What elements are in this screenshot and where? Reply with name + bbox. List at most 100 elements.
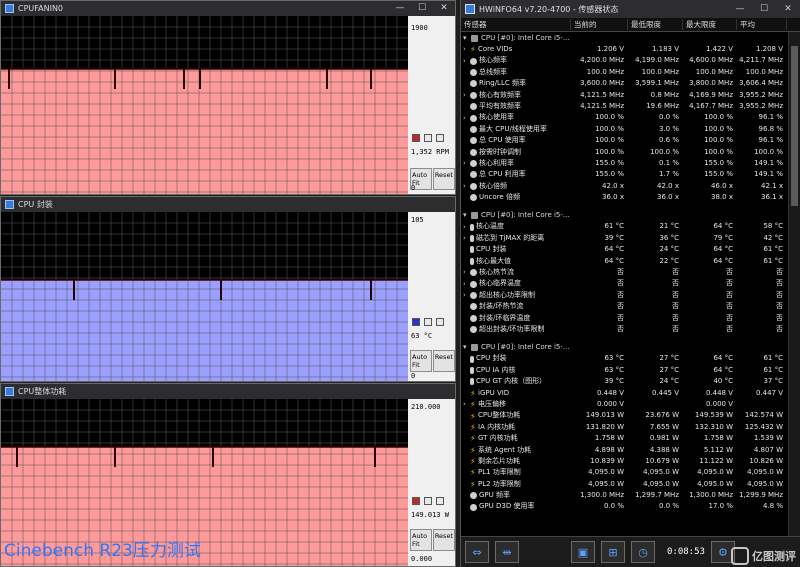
- chevron-right-icon[interactable]: ›: [463, 235, 468, 242]
- sensor-row[interactable]: Ring/LLC 频率 3,600.0 MHz 3,599.1 MHz 3,800.0…: [461, 78, 788, 89]
- sensor-row[interactable]: CPU 封装 64 °C 24 °C 64 °C 61 °C: [461, 244, 788, 255]
- chevron-right-icon[interactable]: ›: [463, 160, 468, 167]
- network-icon[interactable]: ⊞: [601, 541, 625, 563]
- chevron-right-icon[interactable]: ›: [463, 401, 468, 408]
- sensor-row[interactable]: › ⚡ Core VIDs 1.206 V 1.183 V 1.422 V 1.208 V: [461, 44, 788, 55]
- maximize-icon[interactable]: ☐: [752, 4, 776, 14]
- gray-square-icon[interactable]: [436, 497, 444, 505]
- chevron-right-icon[interactable]: ›: [463, 114, 468, 122]
- sensor-row[interactable]: CPU IA 内核 63 °C 27 °C 64 °C 61 °C: [461, 365, 788, 376]
- graph-titlebar[interactable]: CPUFANIN0 — ☐ ✕: [1, 1, 455, 16]
- chevron-right-icon[interactable]: ›: [463, 46, 468, 53]
- minimize-icon[interactable]: —: [728, 4, 752, 14]
- sensor-group-header[interactable]: ▾ CPU [#0]: Intel Core i5-...: [461, 341, 788, 353]
- clock-icon[interactable]: ◷: [631, 541, 655, 563]
- reset-button[interactable]: Reset: [432, 168, 455, 190]
- gray-square-icon[interactable]: [436, 318, 444, 326]
- scrollbar[interactable]: [788, 32, 800, 536]
- graph-window-fan[interactable]: CPUFANIN0 — ☐ ✕ 1900 1,352 RPM Auto Fit …: [0, 0, 456, 195]
- sensor-row[interactable]: ⚡ 系统 Agent 功耗 4.898 W 4.388 W 5.112 W 4.807 W: [461, 445, 788, 456]
- chevron-down-icon[interactable]: ▾: [463, 34, 468, 42]
- chevron-down-icon[interactable]: ▾: [463, 343, 468, 351]
- sensor-row[interactable]: ⚡ CPU整体功耗 149.013 W 23.676 W 149.539 W 142.57…: [461, 410, 788, 421]
- sensor-titlebar[interactable]: HWiNFO64 v7.20-4700 - 传感器状态 — ☐ ✕: [461, 0, 800, 18]
- maximize-icon[interactable]: ☐: [411, 1, 433, 16]
- red-square-icon[interactable]: [412, 497, 420, 505]
- sensor-row[interactable]: › 核心使用率 100.0 % 0.0 % 100.0 % 96.1 %: [461, 112, 788, 123]
- sensor-row[interactable]: › 核心温度 61 °C 21 °C 64 °C 58 °C: [461, 221, 788, 232]
- sensor-row[interactable]: 平均有效频率 4,121.5 MHz 19.6 MHz 4,167.7 MHz 3,95…: [461, 101, 788, 112]
- color-swatches[interactable]: [412, 318, 444, 326]
- sensor-group-header[interactable]: ▾ CPU [#0]: Intel Core i5-...: [461, 32, 788, 44]
- sensor-row[interactable]: 总 CPU 利用率 155.0 % 1.7 % 155.0 % 149.1 %: [461, 169, 788, 180]
- gray-square-icon[interactable]: [424, 318, 432, 326]
- red-square-icon[interactable]: [412, 134, 420, 142]
- sensor-row[interactable]: 核心最大值 64 °C 22 °C 64 °C 61 °C: [461, 256, 788, 267]
- color-swatches[interactable]: [412, 497, 444, 505]
- sensor-row[interactable]: 超出封装/环功率限制 否 否 否 否: [461, 324, 788, 335]
- reset-button[interactable]: Reset: [432, 529, 455, 551]
- blue-square-icon[interactable]: [412, 318, 420, 326]
- sensor-row[interactable]: › 磁芯到 TjMAX 的距离 39 °C 36 °C 79 °C 42 °C: [461, 233, 788, 244]
- graph-window-package-temp[interactable]: CPU 封装 105 63 °C Auto Fit Reset 0: [0, 196, 456, 382]
- minimize-icon[interactable]: —: [389, 1, 411, 16]
- chevron-right-icon[interactable]: ›: [463, 57, 468, 65]
- column-header[interactable]: 传感器: [461, 19, 571, 30]
- sensor-row[interactable]: GPU D3D 使用率 0.0 % 0.0 % 17.0 % 4.8 %: [461, 501, 788, 512]
- sensor-row[interactable]: CPU 封装 63 °C 27 °C 64 °C 61 °C: [461, 353, 788, 364]
- column-header[interactable]: 平均: [737, 19, 787, 30]
- sensor-group-header[interactable]: ▾ CPU [#0]: Intel Core i5-...: [461, 209, 788, 221]
- column-header[interactable]: 最低限度: [628, 19, 683, 30]
- nav-left-right-icon[interactable]: ⇔: [465, 541, 489, 563]
- sensor-value: 4.807 W: [753, 445, 783, 454]
- color-swatches[interactable]: [412, 134, 444, 142]
- sensor-row[interactable]: › 核心倍频 42.0 x 42.0 x 46.0 x 42.1 x: [461, 181, 788, 192]
- sensor-row[interactable]: 封装/环临界温度 否 否 否 否: [461, 313, 788, 324]
- sensor-row[interactable]: ⚡ PL2 功率限制 4,095.0 W 4,095.0 W 4,095.0 W 4,09…: [461, 479, 788, 490]
- sensor-row[interactable]: ⚡ GT 内核功耗 1.758 W 0.981 W 1.758 W 1.539 W: [461, 433, 788, 444]
- autofit-button[interactable]: Auto Fit: [410, 350, 432, 372]
- scrollbar-thumb[interactable]: [791, 46, 798, 206]
- gray-square-icon[interactable]: [424, 134, 432, 142]
- sensor-row[interactable]: 最大 CPU/线程使用率 100.0 % 3.0 % 100.0 % 96.8 %: [461, 124, 788, 135]
- graph-titlebar[interactable]: CPU 封装: [1, 197, 455, 212]
- gray-square-icon[interactable]: [436, 134, 444, 142]
- sensor-row[interactable]: 总 CPU 使用率 100.0 % 0.6 % 100.0 % 96.1 %: [461, 135, 788, 146]
- graph-titlebar[interactable]: CPU整体功耗: [1, 384, 455, 399]
- chevron-right-icon[interactable]: ›: [463, 269, 468, 276]
- autofit-button[interactable]: Auto Fit: [410, 529, 432, 551]
- close-icon[interactable]: ✕: [433, 1, 455, 16]
- sensor-row[interactable]: ⚡ IA 内核功耗 131.820 W 7.655 W 132.310 W 125.432…: [461, 422, 788, 433]
- sensor-row[interactable]: › 核心有效频率 4,121.5 MHz 0.8 MHz 4,169.9 MHz 3,95…: [461, 90, 788, 101]
- sensor-row[interactable]: › 超出核心功率限制 否 否 否 否: [461, 290, 788, 301]
- nav-collapse-icon[interactable]: ⇹: [495, 541, 519, 563]
- gray-square-icon[interactable]: [424, 497, 432, 505]
- chevron-right-icon[interactable]: ›: [463, 280, 468, 288]
- sensor-row[interactable]: › ⚡ 电压偏移 0.000 V 0.000 V: [461, 399, 788, 410]
- chevron-down-icon[interactable]: ▾: [463, 211, 468, 219]
- sensor-row[interactable]: › 核心频率 4,200.0 MHz 4,199.0 MHz 4,600.0 MHz 4,…: [461, 55, 788, 66]
- sensor-row[interactable]: ⚡ PL1 功率限制 4,095.0 W 4,095.0 W 4,095.0 W 4,09…: [461, 467, 788, 478]
- sensor-row[interactable]: › 核心利用率 155.0 % 0.1 % 155.0 % 149.1 %: [461, 158, 788, 169]
- sensor-row[interactable]: 总线频率 100.0 MHz 100.0 MHz 100.0 MHz 100.0 MHz: [461, 67, 788, 78]
- sensor-list[interactable]: ▾ CPU [#0]: Intel Core i5-... › ⚡ Core VIDs 1…: [461, 32, 788, 536]
- sensor-window[interactable]: HWiNFO64 v7.20-4700 - 传感器状态 — ☐ ✕ 传感器 当前…: [460, 0, 800, 567]
- chevron-right-icon[interactable]: ›: [463, 223, 468, 231]
- close-icon[interactable]: ✕: [776, 4, 800, 14]
- chevron-right-icon[interactable]: ›: [463, 292, 468, 299]
- column-header[interactable]: 最大限度: [683, 19, 737, 30]
- sensor-row[interactable]: › 核心热节流 否 否 否 否: [461, 267, 788, 278]
- sensor-row[interactable]: ⚡ 剩余芯片功耗 10.839 W 10.679 W 11.122 W 10.826 W: [461, 456, 788, 467]
- reset-button[interactable]: Reset: [432, 350, 455, 372]
- sensor-row[interactable]: ⚡ iGPU VID 0.448 V 0.445 V 0.448 V 0.447 V: [461, 388, 788, 399]
- sensor-row[interactable]: 按需时钟调制 100.0 % 100.0 % 100.0 % 100.0 %: [461, 147, 788, 158]
- sensor-row[interactable]: GPU 频率 1,300.0 MHz 1,299.7 MHz 1,300.0 MHz 1…: [461, 490, 788, 501]
- monitor-icon[interactable]: ▣: [571, 541, 595, 563]
- sensor-row[interactable]: 封装/环热节流 否 否 否 否: [461, 301, 788, 312]
- chevron-right-icon[interactable]: ›: [463, 182, 468, 190]
- chevron-right-icon[interactable]: ›: [463, 91, 468, 99]
- sensor-row[interactable]: Uncore 倍频 36.0 x 36.0 x 38.0 x 36.1 x: [461, 192, 788, 203]
- sensor-row[interactable]: CPU GT 内核（图形） 39 °C 24 °C 40 °C 37 °C: [461, 376, 788, 387]
- column-header[interactable]: 当前的: [571, 19, 628, 30]
- sensor-row[interactable]: › 核心临界温度 否 否 否 否: [461, 278, 788, 289]
